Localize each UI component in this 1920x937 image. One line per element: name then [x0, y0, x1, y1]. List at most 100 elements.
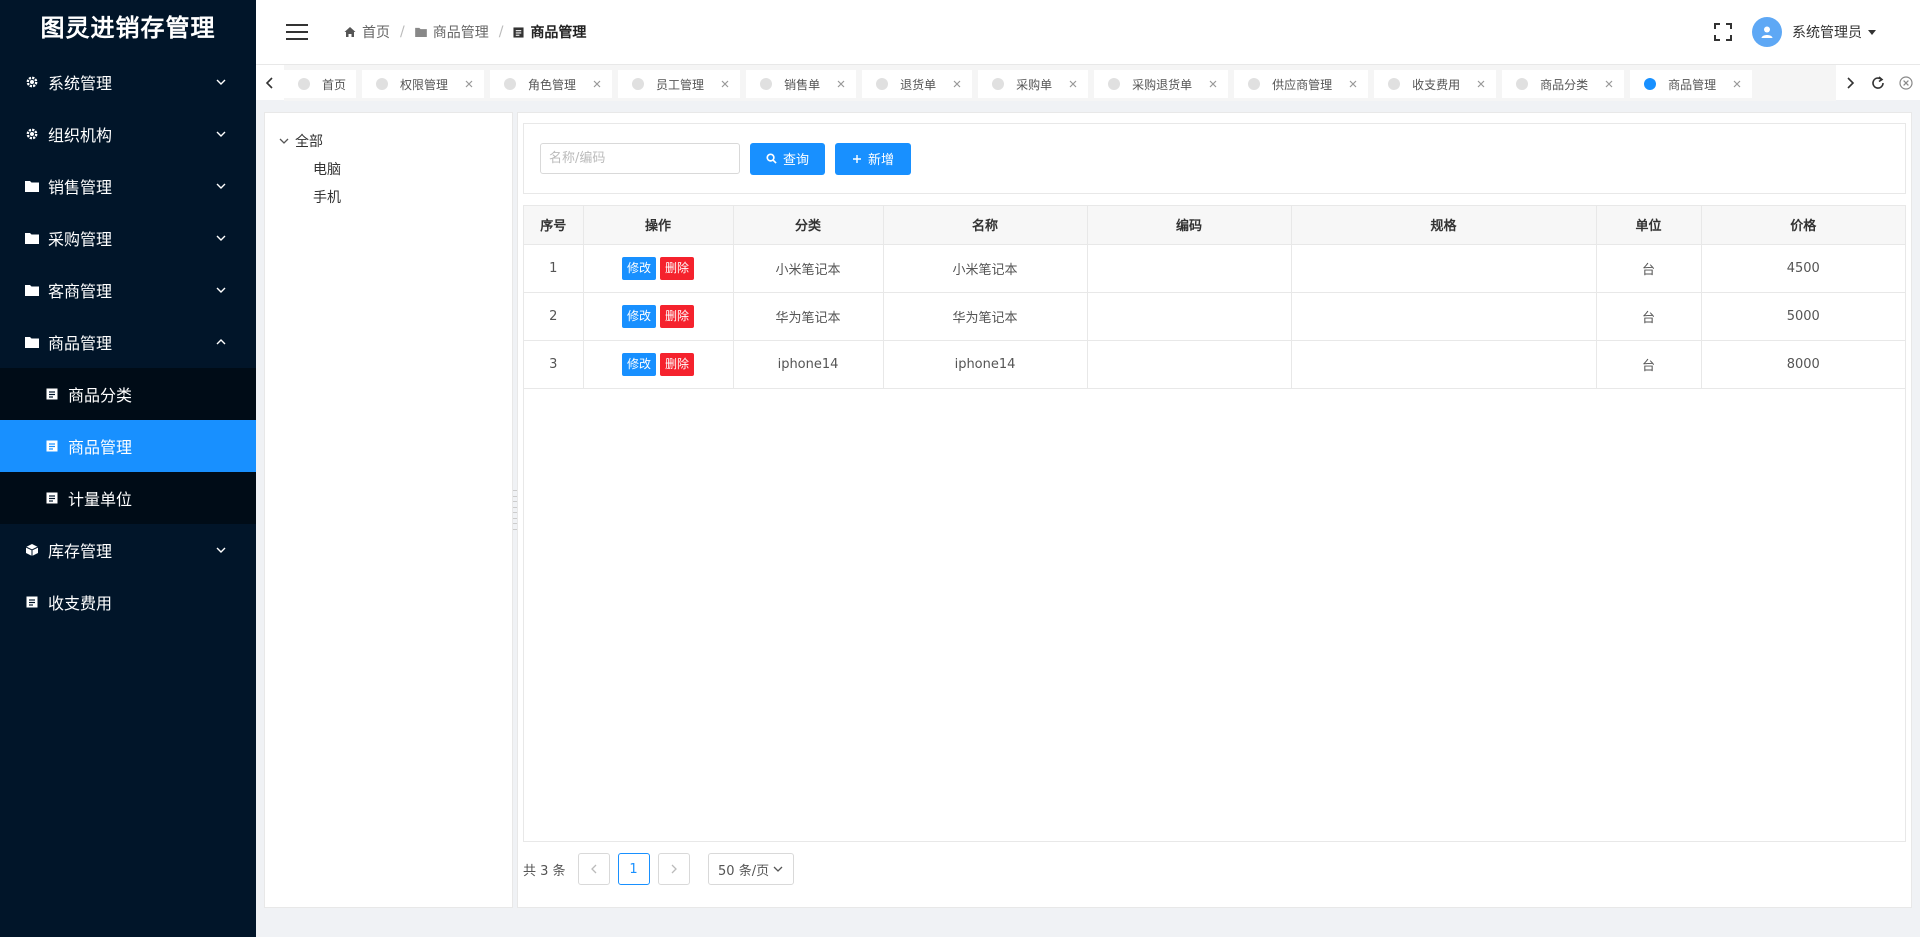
caret-down-icon [1868, 29, 1876, 35]
tab-item[interactable]: 商品管理 [1630, 70, 1753, 98]
folder-icon [24, 334, 40, 350]
submenu-goods: 商品分类 商品管理 计量单位 [0, 368, 256, 524]
close-icon[interactable] [1476, 79, 1486, 89]
sidebar-item-customers[interactable]: 客商管理 [0, 264, 256, 316]
tab-item[interactable]: 商品分类 [1502, 70, 1625, 98]
sidebar-item-sales[interactable]: 销售管理 [0, 160, 256, 212]
close-icon[interactable] [1208, 79, 1218, 89]
chevron-down-icon [216, 547, 226, 553]
breadcrumb-item-home[interactable]: 首页 [344, 22, 390, 42]
tab-item[interactable]: 供应商管理 [1234, 70, 1369, 98]
sidebar-item-goods[interactable]: 商品管理 [0, 316, 256, 368]
box-icon [24, 542, 40, 558]
breadcrumb-separator: / [400, 24, 405, 40]
sidebar-item-system[interactable]: 系统管理 [0, 56, 256, 108]
sidebar-item-units[interactable]: 计量单位 [0, 472, 256, 524]
add-button[interactable]: 新增 [835, 142, 911, 175]
breadcrumb-label: 商品管理 [530, 25, 587, 41]
tab-label: 商品管理 [1668, 77, 1717, 92]
column-header: 价格 [1701, 206, 1905, 245]
tab-item[interactable]: 角色管理 [490, 70, 613, 98]
doc-icon [24, 594, 40, 610]
delete-button[interactable]: 删除 [660, 352, 695, 376]
sidebar-item-goods-manage[interactable]: 商品管理 [0, 420, 256, 472]
table-row: 1 修改 删除 小米笔记本 小米笔记本台 4500 [524, 244, 1905, 293]
tab-item[interactable]: 采购单 [978, 70, 1089, 98]
tab-item[interactable]: 销售单 [746, 70, 857, 98]
edit-button[interactable]: 修改 [621, 352, 656, 376]
sidebar-item-purchase[interactable]: 采购管理 [0, 212, 256, 264]
tree-node-label: 电脑 [313, 162, 341, 178]
breadcrumb-item-goods[interactable]: 商品管理 [414, 22, 489, 42]
delete-button[interactable]: 删除 [660, 304, 695, 328]
avatar[interactable] [1752, 17, 1782, 47]
app-logo-title: 图灵进销存管理 [40, 14, 216, 42]
close-icon[interactable] [464, 79, 474, 89]
page-size-select[interactable]: 50 条/页 [707, 853, 794, 885]
plus-icon [852, 154, 861, 163]
close-icon[interactable] [1068, 79, 1078, 89]
tab-status-dot [992, 78, 1005, 90]
sidebar-item-expenses[interactable]: 收支费用 [0, 576, 256, 628]
tab-item[interactable]: 收支费用 [1374, 70, 1497, 98]
sidebar-item-goods-category[interactable]: 商品分类 [0, 368, 256, 420]
tabs-list: 首页 权限管理 角色管理 员工管理 销售单 退货单 采购单 采购退货单 供应商管理 收支费用 商品分… [284, 64, 1836, 101]
doc-icon [44, 490, 60, 506]
chevron-down-icon [216, 287, 226, 293]
tab-item[interactable]: 权限管理 [362, 70, 485, 98]
sidebar-item-label: 销售管理 [48, 178, 113, 197]
fullscreen-icon[interactable] [1714, 23, 1732, 41]
tabs-scroll-right-button[interactable] [1836, 65, 1864, 101]
tab-item[interactable]: 员工管理 [618, 70, 741, 98]
search-input[interactable] [540, 143, 740, 174]
chevron-left-icon [590, 864, 597, 874]
tab-label: 商品分类 [1540, 77, 1589, 92]
delete-button[interactable]: 删除 [660, 256, 695, 280]
caret-down-icon [279, 138, 289, 144]
column-header: 编码 [1087, 206, 1292, 245]
close-icon[interactable] [836, 79, 846, 89]
refresh-button[interactable] [1864, 65, 1892, 101]
tab-item[interactable]: 退货单 [862, 70, 973, 98]
table-header-row: 序号 操作 分类 名称 编码 规格 单位 价格 [524, 206, 1905, 245]
tab-item[interactable]: 首页 [284, 70, 357, 98]
goods-panel: 查询 新增 序号 操作 分类 名称 编码 规格 单位 价格 [517, 112, 1912, 908]
tab-status-dot [1388, 78, 1401, 90]
sidebar-item-org[interactable]: 组织机构 [0, 108, 256, 160]
prev-page-button[interactable] [577, 853, 610, 885]
tab-actions [1836, 65, 1920, 101]
tree-node-root[interactable]: 全部 [265, 127, 512, 155]
tree-node-computer[interactable]: 电脑 [265, 155, 512, 183]
cell-code [1087, 292, 1292, 341]
close-icon[interactable] [720, 79, 730, 89]
edit-button[interactable]: 修改 [621, 304, 656, 328]
sidebar-item-inventory[interactable]: 库存管理 [0, 524, 256, 576]
menu-toggle-icon[interactable] [286, 24, 308, 40]
cell-price: 8000 [1701, 340, 1905, 389]
query-button[interactable]: 查询 [750, 142, 825, 175]
tab-status-dot [1248, 78, 1261, 90]
tab-status-dot [376, 78, 389, 90]
tab-label: 采购单 [1016, 77, 1053, 92]
tab-label: 供应商管理 [1272, 77, 1333, 92]
column-header: 规格 [1291, 206, 1597, 245]
close-icon[interactable] [1348, 79, 1358, 89]
user-menu[interactable]: 系统管理员 [1792, 22, 1876, 42]
next-page-button[interactable] [657, 853, 690, 885]
close-icon[interactable] [1732, 79, 1742, 89]
tab-status-dot [298, 78, 310, 90]
tab-item[interactable]: 采购退货单 [1094, 70, 1229, 98]
close-icon[interactable] [952, 79, 962, 89]
close-icon[interactable] [1604, 79, 1614, 89]
close-icon[interactable] [592, 79, 602, 89]
close-all-tabs-button[interactable] [1892, 65, 1920, 101]
doc-icon [44, 438, 60, 454]
tab-status-dot [1644, 78, 1657, 90]
page-number-button[interactable]: 1 [617, 853, 650, 885]
tabs-scroll-left-button[interactable] [256, 65, 284, 101]
top-header: 首页 / 商品管理 / 商品管理 系统管理员 [256, 0, 1920, 64]
tree-node-phone[interactable]: 手机 [265, 183, 512, 211]
edit-button[interactable]: 修改 [621, 256, 656, 280]
gear-icon [24, 74, 40, 90]
sidebar-item-label: 客商管理 [48, 282, 113, 301]
